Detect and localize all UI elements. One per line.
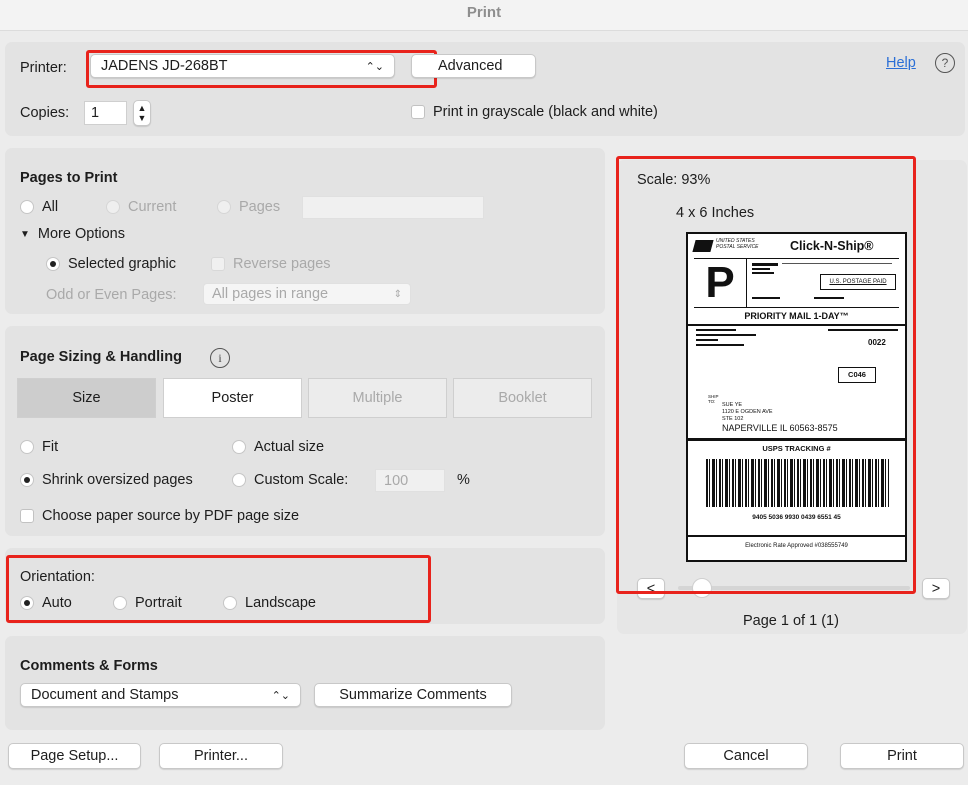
page-slider-thumb[interactable]	[692, 578, 712, 598]
window-title: Print	[0, 0, 968, 31]
usps-name-bottom: POSTAL SERVICE	[716, 244, 759, 250]
label-service: PRIORITY MAIL 1-DAY™	[744, 311, 849, 321]
radio-actual-size[interactable]: Actual size	[232, 439, 324, 455]
comments-title: Comments & Forms	[20, 658, 158, 674]
page-info: Page 1 of 1 (1)	[743, 613, 839, 629]
label-ship-to: SHIP TO:	[708, 394, 719, 404]
advanced-button[interactable]: Advanced	[411, 54, 536, 78]
radio-auto[interactable]: Auto	[20, 595, 72, 611]
label-brand: Click-N-Ship®	[790, 239, 874, 253]
page-slider-track[interactable]	[678, 586, 910, 590]
pages-range-field[interactable]	[302, 196, 484, 219]
printer-select-value: JADENS JD-268BT	[101, 58, 228, 74]
printer-label: Printer:	[20, 60, 67, 76]
tab-multiple[interactable]: Multiple	[308, 378, 447, 418]
copies-label: Copies:	[20, 105, 70, 121]
radio-selected-graphic[interactable]: Selected graphic	[46, 256, 176, 272]
chevron-updown-icon: ⌃⌄	[365, 60, 384, 73]
next-page-button[interactable]: >	[922, 578, 950, 599]
comments-select[interactable]: Document and Stamps ⌃⌄	[20, 683, 301, 707]
radio-portrait[interactable]: Portrait	[113, 595, 182, 611]
radio-all[interactable]: All	[20, 199, 58, 215]
label-city: NAPERVILLE IL 60563-8575	[722, 423, 838, 433]
print-button[interactable]: Print	[840, 743, 964, 769]
printer-select[interactable]: JADENS JD-268BT ⌃⌄	[90, 54, 395, 78]
percent-label: %	[457, 472, 470, 488]
label-class-letter: P	[694, 259, 747, 307]
prev-page-button[interactable]: <	[637, 578, 665, 599]
page-sizing-title: Page Sizing & Handling	[20, 349, 182, 365]
info-icon[interactable]: i	[210, 348, 230, 368]
radio-custom-scale[interactable]: Custom Scale:	[232, 472, 348, 488]
label-addr2: 1120 E OGDEN AVE	[722, 409, 773, 415]
odd-even-label: Odd or Even Pages:	[46, 287, 177, 303]
tab-poster[interactable]: Poster	[163, 378, 302, 418]
label-addr1: SUE YE	[722, 402, 743, 408]
help-icon[interactable]: ?	[935, 53, 955, 73]
radio-landscape[interactable]: Landscape	[223, 595, 316, 611]
label-footer: Electronic Rate Approved #038555749	[745, 543, 848, 549]
usps-eagle-icon	[692, 240, 714, 252]
disclosure-triangle-icon[interactable]: ▼	[20, 229, 30, 240]
paper-source-option[interactable]: Choose paper source by PDF page size	[20, 508, 299, 524]
printer-button[interactable]: Printer...	[159, 743, 283, 769]
grayscale-checkbox[interactable]	[411, 105, 425, 119]
grayscale-option[interactable]: Print in grayscale (black and white)	[411, 104, 658, 120]
copies-stepper[interactable]: ▲ ▼	[133, 100, 151, 126]
label-tracking-number: 9405 5036 9930 0439 6551 45	[752, 514, 841, 521]
custom-scale-field[interactable]: 100	[375, 469, 445, 492]
copies-field[interactable]: 1	[84, 101, 127, 125]
stepper-up-icon[interactable]: ▲	[138, 103, 147, 113]
cancel-button[interactable]: Cancel	[684, 743, 808, 769]
radio-pages[interactable]: Pages	[217, 199, 280, 215]
label-code-box: C046	[838, 367, 876, 383]
orientation-title: Orientation:	[20, 569, 95, 585]
more-options-disclosure[interactable]: ▼ More Options	[20, 226, 125, 242]
label-addr3: STE 102	[722, 416, 744, 422]
help-link[interactable]: Help	[886, 55, 916, 71]
radio-shrink[interactable]: Shrink oversized pages	[20, 472, 193, 488]
stepper-down-icon[interactable]: ▼	[138, 113, 147, 123]
postage-paid-box: U.S. POSTAGE PAID	[820, 274, 896, 290]
label-preview: UNITED STATES POSTAL SERVICE Click-N-Shi…	[686, 232, 907, 562]
tab-size[interactable]: Size	[17, 378, 156, 418]
summarize-comments-button[interactable]: Summarize Comments	[314, 683, 512, 707]
label-tracking-title: USPS TRACKING #	[762, 444, 831, 453]
label-route: 0022	[868, 338, 886, 347]
paper-size-label: 4 x 6 Inches	[676, 205, 755, 221]
pages-title: Pages to Print	[20, 170, 118, 186]
odd-even-select[interactable]: All pages in range ⇕	[203, 283, 411, 305]
radio-current[interactable]: Current	[106, 199, 176, 215]
page-setup-button[interactable]: Page Setup...	[8, 743, 141, 769]
label-barcode	[706, 459, 889, 507]
chevron-updown-icon: ⌃⌄	[271, 689, 290, 702]
reverse-pages-option[interactable]: Reverse pages	[211, 256, 331, 272]
chevron-updown-icon: ⇕	[393, 288, 402, 300]
orientation-panel	[5, 548, 605, 624]
tab-booklet[interactable]: Booklet	[453, 378, 592, 418]
scale-label: Scale: 93%	[637, 172, 711, 188]
radio-fit[interactable]: Fit	[20, 439, 58, 455]
